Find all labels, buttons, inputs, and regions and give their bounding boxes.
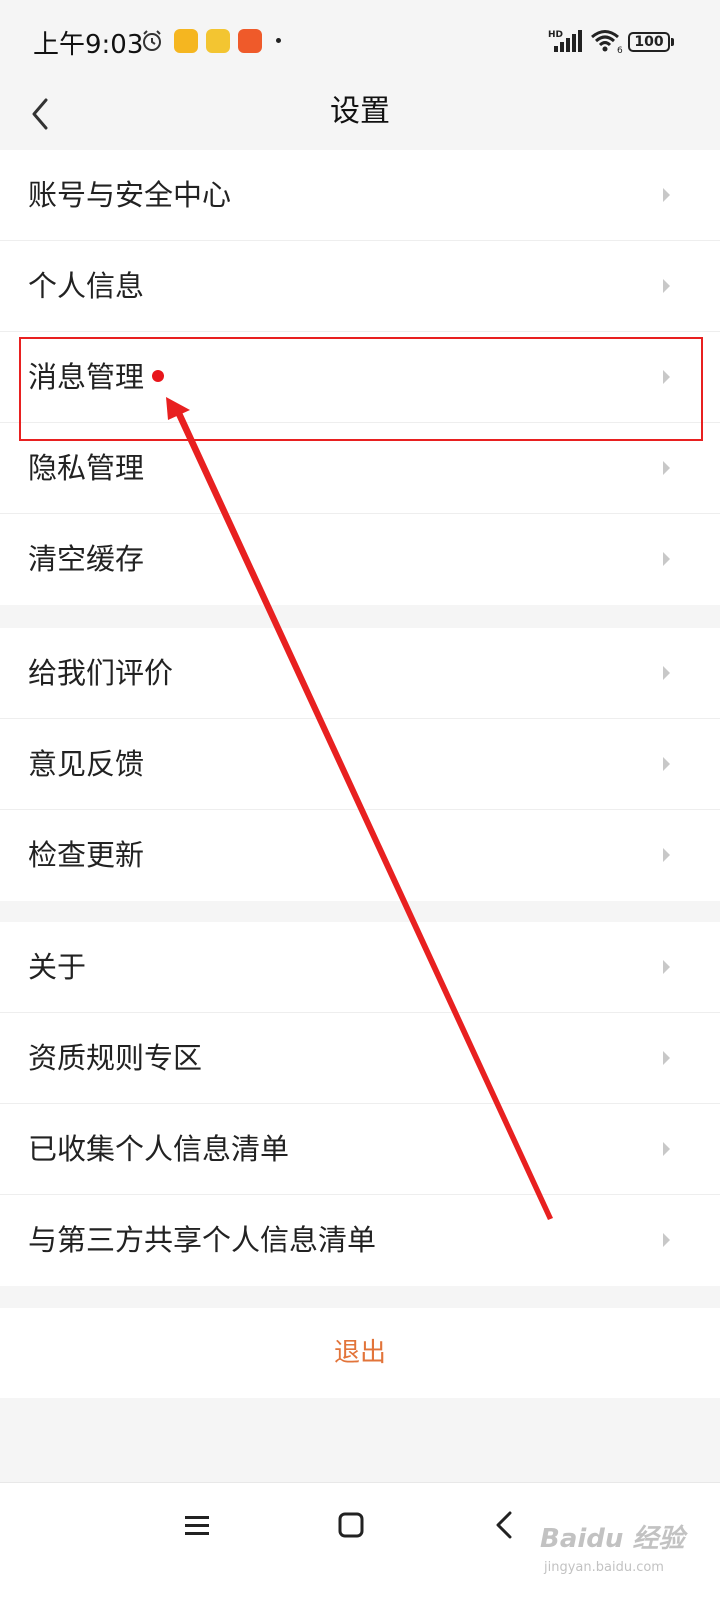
row-label: 个人信息 — [28, 269, 145, 303]
row-label: 隐私管理 — [28, 451, 145, 485]
chevron-right-icon — [663, 1051, 670, 1065]
alarm-icon — [143, 30, 161, 51]
chevron-right-icon — [663, 279, 670, 293]
settings-group-account: 账号与安全中心 个人信息 消息管理 隐私管理 清空缓存 — [0, 150, 720, 605]
baidu-watermark-url: jingyan.baidu.com — [544, 1560, 664, 1575]
chevron-right-icon — [663, 960, 670, 974]
logout-group: 退出 — [0, 1308, 720, 1398]
cellular-signal-icon: HD — [548, 30, 582, 52]
chevron-right-icon — [663, 370, 670, 384]
chevron-right-icon — [663, 188, 670, 202]
notes-app-icon — [174, 29, 198, 53]
settings-row-rate-us[interactable]: 给我们评价 — [0, 628, 720, 719]
status-bar: 上午9:03 HD 6 100 — [0, 0, 720, 84]
nav-back-icon[interactable] — [492, 1509, 516, 1541]
wifi-icon: 6 — [591, 30, 623, 54]
page-title: 设置 — [330, 94, 390, 129]
row-label: 资质规则专区 — [28, 1041, 203, 1075]
chevron-right-icon — [663, 666, 670, 680]
settings-row-collected-info-list[interactable]: 已收集个人信息清单 — [0, 1104, 720, 1195]
chevron-right-icon — [663, 552, 670, 566]
row-label: 关于 — [28, 950, 87, 984]
settings-row-message-management[interactable]: 消息管理 — [0, 332, 720, 423]
settings-row-qualification-rules[interactable]: 资质规则专区 — [0, 1013, 720, 1104]
more-notifications-dot-icon — [276, 38, 281, 43]
settings-row-feedback[interactable]: 意见反馈 — [0, 719, 720, 810]
row-label: 检查更新 — [28, 838, 145, 872]
settings-row-about[interactable]: 关于 — [0, 922, 720, 1013]
settings-row-check-update[interactable]: 检查更新 — [0, 810, 720, 901]
battery-icon: 100 — [628, 32, 670, 52]
network-type-label: HD — [548, 30, 563, 40]
row-label: 与第三方共享个人信息清单 — [28, 1223, 377, 1257]
settings-row-privacy[interactable]: 隐私管理 — [0, 423, 720, 514]
chevron-right-icon — [663, 848, 670, 862]
row-label-text: 消息管理 — [28, 360, 145, 394]
home-square-icon[interactable] — [337, 1511, 365, 1539]
row-label: 给我们评价 — [28, 656, 174, 690]
row-label: 意见反馈 — [28, 747, 145, 781]
weibo-app-icon — [206, 29, 230, 53]
baidu-watermark: Baidu 经验 — [540, 1524, 685, 1554]
settings-group-feedback: 给我们评价 意见反馈 检查更新 — [0, 628, 720, 901]
battery-tip — [671, 38, 674, 46]
chevron-right-icon — [663, 461, 670, 475]
settings-row-personal-info[interactable]: 个人信息 — [0, 241, 720, 332]
settings-row-account-security[interactable]: 账号与安全中心 — [0, 150, 720, 241]
row-label: 清空缓存 — [28, 542, 145, 576]
logout-button[interactable]: 退出 — [0, 1308, 720, 1398]
chevron-right-icon — [663, 1233, 670, 1247]
row-label: 账号与安全中心 — [28, 178, 232, 212]
chevron-right-icon — [663, 757, 670, 771]
red-dot-badge-icon — [152, 370, 165, 382]
status-time: 上午9:03 — [33, 30, 144, 60]
recent-apps-menu-icon[interactable] — [184, 1513, 210, 1539]
camera-app-icon — [238, 29, 262, 53]
row-label: 消息管理 — [28, 332, 165, 423]
header: 设置 — [0, 84, 720, 150]
settings-group-about: 关于 资质规则专区 已收集个人信息清单 与第三方共享个人信息清单 — [0, 922, 720, 1286]
settings-row-third-party-sharing-list[interactable]: 与第三方共享个人信息清单 — [0, 1195, 720, 1286]
wifi-sub-label: 6 — [617, 46, 623, 54]
chevron-right-icon — [663, 1142, 670, 1156]
row-label: 已收集个人信息清单 — [28, 1132, 290, 1166]
settings-row-clear-cache[interactable]: 清空缓存 — [0, 514, 720, 605]
